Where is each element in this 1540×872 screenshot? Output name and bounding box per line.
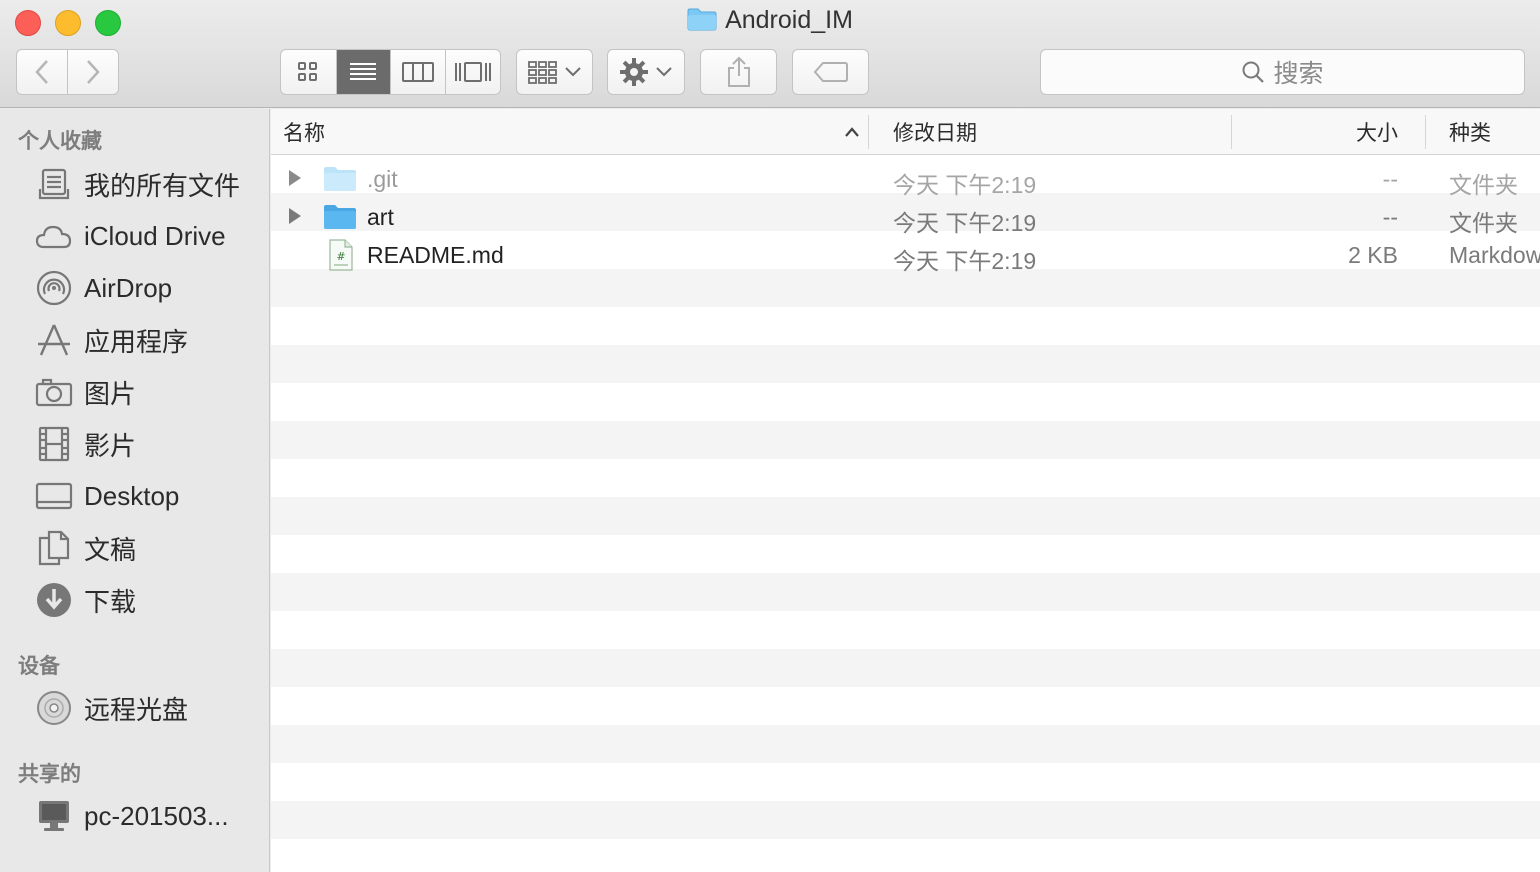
file-kind: 文件夹 <box>1449 210 1518 236</box>
column-separator[interactable] <box>868 115 869 149</box>
sidebar-item-all-files[interactable]: 我的所有文件 <box>34 164 240 204</box>
column-separator[interactable] <box>1425 115 1426 149</box>
icon-grid-icon <box>298 62 318 81</box>
sidebar: 个人收藏 我的所有文件 iCloud Drive AirDrop 应用程序 图片 <box>0 109 270 872</box>
sidebar-section-shared: 共享的 <box>18 763 81 786</box>
chevron-left-icon <box>35 60 48 84</box>
gear-icon <box>620 58 648 86</box>
cloud-icon <box>34 216 74 256</box>
sidebar-item-label: 文稿 <box>84 534 137 565</box>
chevron-down-icon <box>564 67 581 77</box>
file-size: -- <box>1382 204 1398 230</box>
tag-icon <box>813 62 848 82</box>
folder-icon <box>324 167 356 191</box>
window-title-bar: Android_IM <box>0 6 1540 38</box>
search-placeholder: 搜索 <box>1273 60 1324 88</box>
columns-icon <box>401 62 434 82</box>
column-header-bar: 名称 修改日期 大小 种类 <box>271 109 1540 155</box>
column-header-size[interactable]: 大小 <box>1233 109 1398 155</box>
sidebar-section-devices: 设备 <box>18 655 60 678</box>
chevron-right-icon <box>86 60 100 84</box>
sidebar-item-label: 下载 <box>84 586 137 617</box>
download-icon <box>34 580 74 620</box>
icon-view-button[interactable] <box>281 50 337 94</box>
search-icon <box>1242 61 1265 83</box>
sidebar-item-label: 图片 <box>84 378 137 409</box>
disclosure-triangle-icon[interactable] <box>287 169 303 187</box>
window-title: Android_IM <box>725 6 853 34</box>
cover-flow-view-button[interactable] <box>446 50 501 94</box>
column-header-date[interactable]: 修改日期 <box>893 109 1223 155</box>
column-header-name[interactable]: 名称 <box>283 109 868 155</box>
sidebar-item-documents[interactable]: 文稿 <box>34 528 136 568</box>
sidebar-section-favorites: 个人收藏 <box>18 130 102 153</box>
chevron-up-icon <box>845 127 859 137</box>
share-button[interactable] <box>700 49 777 95</box>
chevron-down-icon <box>656 67 672 77</box>
file-row-art[interactable]: art 今天 下午2:19 -- 文件夹 <box>271 198 1540 236</box>
file-kind: Markdown <box>1449 242 1540 268</box>
file-kind: 文件夹 <box>1449 172 1518 198</box>
folder-icon <box>687 7 717 38</box>
sidebar-item-label: 应用程序 <box>84 326 189 357</box>
list-view-button[interactable] <box>336 50 391 94</box>
view-mode-selector <box>280 49 501 95</box>
sidebar-item-label: pc-201503... <box>84 800 229 831</box>
folder-icon <box>324 205 356 229</box>
file-size: -- <box>1382 166 1398 192</box>
sidebar-item-label: 远程光盘 <box>84 694 189 725</box>
sidebar-item-applications[interactable]: 应用程序 <box>34 320 188 360</box>
cover-flow-icon <box>454 62 491 82</box>
applications-icon <box>34 320 74 360</box>
disc-icon <box>34 688 74 728</box>
file-date: 今天 下午2:19 <box>893 172 1037 198</box>
sidebar-item-airdrop[interactable]: AirDrop <box>34 268 172 308</box>
film-icon <box>34 424 74 464</box>
disclosure-triangle-icon[interactable] <box>287 207 303 225</box>
sidebar-item-movies[interactable]: 影片 <box>34 424 136 464</box>
sidebar-item-label: 影片 <box>84 430 137 461</box>
sidebar-item-pictures[interactable]: 图片 <box>34 372 136 412</box>
tags-button[interactable] <box>792 49 869 95</box>
all-files-icon <box>34 164 74 204</box>
window-toolbar: Android_IM 搜索 <box>0 0 1540 108</box>
back-button[interactable] <box>17 50 68 94</box>
file-date: 今天 下午2:19 <box>893 248 1037 274</box>
documents-icon <box>34 528 74 568</box>
arrange-button[interactable] <box>516 49 593 95</box>
file-size: 2 KB <box>1348 242 1398 268</box>
computer-icon <box>34 796 74 836</box>
column-view-button[interactable] <box>391 50 446 94</box>
file-date: 今天 下午2:19 <box>893 210 1037 236</box>
column-separator[interactable] <box>1231 115 1232 149</box>
share-icon <box>727 56 750 87</box>
file-row-git[interactable]: .git 今天 下午2:19 -- 文件夹 <box>271 160 1540 198</box>
sidebar-item-label: AirDrop <box>84 272 173 303</box>
column-header-kind[interactable]: 种类 <box>1449 109 1539 155</box>
sidebar-item-label: 我的所有文件 <box>84 170 241 201</box>
list-icon <box>350 63 377 80</box>
sidebar-item-remote-disc[interactable]: 远程光盘 <box>34 688 188 728</box>
file-name: README.md <box>367 242 504 268</box>
file-row-readme[interactable]: # README.md 今天 下午2:19 2 KB Markdown <box>271 236 1540 274</box>
sidebar-item-shared-pc[interactable]: pc-201503... <box>34 796 229 836</box>
svg-text:#: # <box>336 250 345 263</box>
sidebar-item-icloud-drive[interactable]: iCloud Drive <box>34 216 226 256</box>
file-list: 名称 修改日期 大小 种类 .git 今天 下午2:19 -- 文件夹 art … <box>271 109 1540 872</box>
navigation-buttons <box>16 49 119 95</box>
sidebar-item-desktop[interactable]: Desktop <box>34 476 179 516</box>
markdown-file-icon: # <box>329 239 353 271</box>
airdrop-icon <box>34 268 74 308</box>
arrange-grid-icon <box>527 61 557 84</box>
forward-button[interactable] <box>68 50 119 94</box>
sidebar-item-label: Desktop <box>84 480 180 511</box>
file-name: art <box>367 204 394 230</box>
sidebar-item-label: iCloud Drive <box>84 220 226 251</box>
file-name: .git <box>367 166 398 192</box>
camera-icon <box>34 372 74 412</box>
desktop-icon <box>34 476 74 516</box>
action-button[interactable] <box>607 49 685 95</box>
sidebar-item-downloads[interactable]: 下载 <box>34 580 136 620</box>
search-field[interactable]: 搜索 <box>1040 49 1525 95</box>
